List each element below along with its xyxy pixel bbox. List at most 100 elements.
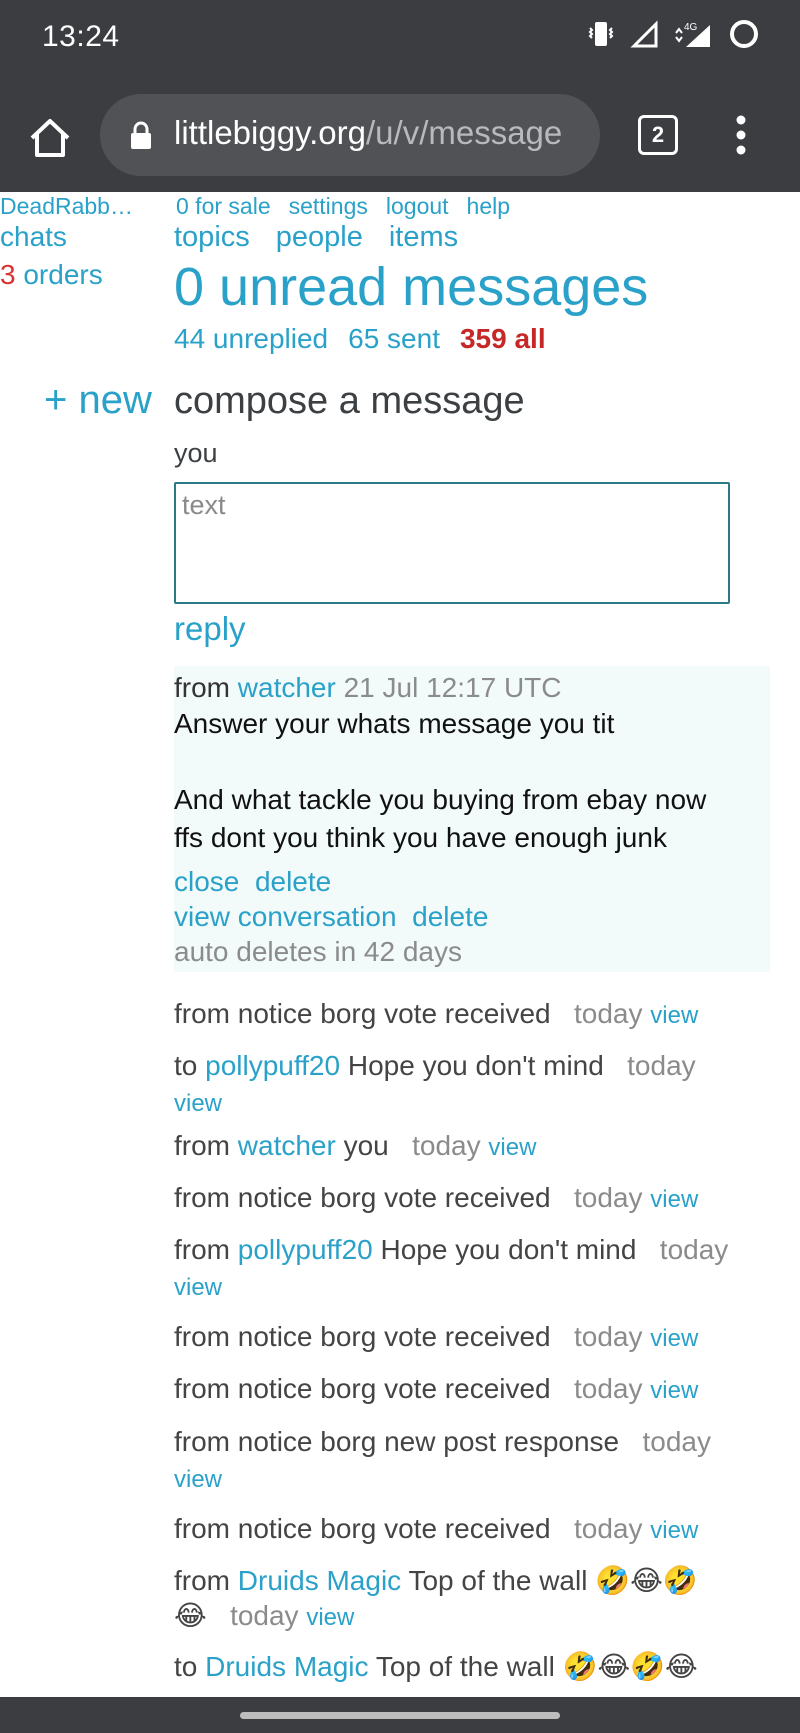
people-link[interactable]: people	[276, 221, 363, 254]
settings-link[interactable]: settings	[289, 193, 368, 220]
battery-ring-icon	[730, 20, 758, 48]
all-filter[interactable]: 359 all	[460, 323, 546, 355]
chats-link[interactable]: chats	[0, 221, 67, 253]
unreplied-filter[interactable]: 44 unreplied	[174, 323, 328, 355]
list-item[interactable]: from notice borg vote received today vie…	[174, 998, 698, 1030]
sent-filter[interactable]: 65 sent	[348, 323, 440, 355]
username-link[interactable]: DeadRabb…	[0, 193, 133, 220]
message-summary: Top of the wall 🤣😂🤣	[408, 1565, 698, 1596]
reply-button[interactable]: reply	[174, 610, 246, 648]
close-message-button[interactable]: close	[174, 866, 239, 897]
message-timestamp: 21 Jul 12:17 UTC	[343, 672, 562, 703]
message-summary: Hope you don't mind	[347, 1050, 604, 1081]
message-date: today	[573, 1513, 643, 1544]
sender-link[interactable]: watcher	[238, 1130, 336, 1161]
orders-link[interactable]: 3 orders	[0, 259, 103, 291]
tab-switcher-button[interactable]: 2	[638, 115, 678, 155]
list-item[interactable]: from notice borg vote received today vie…	[174, 1373, 698, 1405]
page-content: DeadRabb… chats 3 orders 0 for sale sett…	[0, 192, 800, 1697]
message-summary: from notice borg vote received	[174, 1513, 551, 1544]
view-link[interactable]: view	[306, 1604, 354, 1631]
view-link[interactable]: view	[650, 1517, 698, 1544]
home-icon[interactable]	[26, 114, 74, 162]
message-date: today	[573, 1321, 643, 1352]
list-item[interactable]: to Druids Magic Top of the wall 🤣😂🤣😂	[174, 1650, 698, 1683]
list-item[interactable]: from pollypuff20 Hope you don't mind tod…	[174, 1234, 728, 1266]
list-item[interactable]: from watcher you today view	[174, 1130, 536, 1162]
svg-text:4G: 4G	[684, 22, 698, 33]
message-header: from watcher 21 Jul 12:17 UTC	[174, 672, 562, 704]
message-summary: Hope you don't mind	[380, 1234, 637, 1265]
clock: 13:24	[42, 20, 120, 53]
top-nav: 0 for sale settings logout help	[176, 193, 510, 220]
message-date: today	[659, 1234, 729, 1265]
message-date: today	[627, 1050, 696, 1081]
message-summary: from notice borg vote received	[174, 1182, 551, 1213]
view-link[interactable]: view	[650, 1186, 698, 1213]
recipient-label: you	[174, 438, 218, 468]
message-body-line: And what tackle you buying from ebay now	[174, 784, 707, 815]
home-gesture-handle[interactable]	[240, 1712, 560, 1719]
orders-count: 3	[0, 259, 16, 290]
items-link[interactable]: items	[389, 221, 458, 254]
message-date: today	[230, 1600, 299, 1631]
view-link[interactable]: view	[650, 1325, 698, 1352]
message-body-line: Answer your whats message you tit	[174, 708, 615, 739]
delete-conversation-button[interactable]: delete	[412, 901, 488, 932]
message-text-input[interactable]	[174, 482, 730, 604]
message-actions: close delete	[174, 866, 331, 898]
sender-link[interactable]: watcher	[238, 672, 336, 703]
main-nav: topics people items	[174, 221, 458, 254]
navigation-gesture-bar	[0, 1697, 800, 1733]
signal-icon	[630, 20, 658, 48]
view-link[interactable]: view	[650, 1377, 698, 1404]
message-date: today	[573, 998, 643, 1029]
logout-link[interactable]: logout	[386, 193, 449, 220]
browser-toolbar: littlebiggy.org/u/v/message 2	[0, 78, 800, 192]
new-message-button[interactable]: + new	[44, 378, 152, 423]
list-item[interactable]: from notice borg vote received today vie…	[174, 1182, 698, 1214]
page-title: 0 unread messages	[174, 257, 649, 317]
expanded-message: from watcher 21 Jul 12:17 UTC Answer you…	[174, 666, 770, 972]
topics-link[interactable]: topics	[174, 221, 250, 254]
view-link[interactable]: view	[174, 1274, 222, 1301]
message-body-line: ffs dont you think you have enough junk	[174, 822, 667, 853]
list-item[interactable]: from notice borg new post response today	[174, 1426, 711, 1458]
sender-link[interactable]: pollypuff20	[205, 1050, 340, 1081]
message-summary: from notice borg new post response	[174, 1426, 620, 1457]
message-direction: from	[174, 1130, 230, 1161]
delete-message-button[interactable]: delete	[255, 866, 331, 897]
for-sale-link[interactable]: 0 for sale	[176, 193, 271, 220]
view-link[interactable]: view	[174, 1090, 222, 1117]
address-bar[interactable]: littlebiggy.org/u/v/message	[100, 94, 600, 176]
sender-link[interactable]: pollypuff20	[238, 1234, 373, 1265]
sender-link[interactable]: Druids Magic	[238, 1565, 401, 1596]
message-date: today	[642, 1426, 711, 1457]
lock-icon	[131, 121, 151, 149]
url-host: littlebiggy.org	[174, 114, 366, 151]
compose-title: compose a message	[174, 380, 525, 422]
view-conversation-link[interactable]: view conversation	[174, 901, 397, 932]
message-summary: from notice borg vote received	[174, 1321, 551, 1352]
4g-signal-icon: 4G	[675, 22, 710, 47]
view-link[interactable]: view	[650, 1002, 698, 1029]
url-path: /u/v/message	[366, 114, 563, 151]
list-item-view-row: view	[174, 1086, 222, 1118]
help-link[interactable]: help	[467, 193, 510, 220]
vibrate-icon	[588, 22, 614, 46]
url-text: littlebiggy.org/u/v/message	[174, 114, 562, 152]
more-menu-icon[interactable]	[733, 114, 749, 156]
message-summary: from notice borg vote received	[174, 998, 551, 1029]
message-direction: from	[174, 1565, 230, 1596]
list-item[interactable]: from notice borg vote received today vie…	[174, 1321, 698, 1353]
orders-label: orders	[23, 259, 103, 290]
message-date: today	[573, 1182, 643, 1213]
sender-link[interactable]: Druids Magic	[205, 1651, 368, 1682]
list-item[interactable]: to pollypuff20 Hope you don't mind today	[174, 1050, 696, 1082]
view-link[interactable]: view	[488, 1134, 536, 1161]
list-item[interactable]: from notice borg vote received today vie…	[174, 1513, 698, 1545]
auto-delete-notice: auto deletes in 42 days	[174, 936, 462, 967]
view-link[interactable]: view	[174, 1466, 222, 1493]
conversation-actions: view conversation delete	[174, 901, 488, 933]
list-item[interactable]: from Druids Magic Top of the wall 🤣😂🤣	[174, 1564, 698, 1597]
